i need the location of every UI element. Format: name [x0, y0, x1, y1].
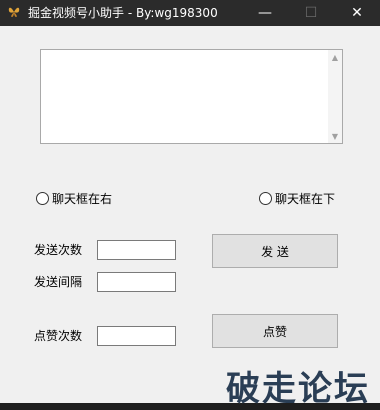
butterfly-app-icon	[8, 7, 20, 17]
send-count-input[interactable]	[97, 240, 176, 260]
like-count-input[interactable]	[97, 326, 176, 346]
like-count-label: 点赞次数	[34, 329, 83, 343]
send-interval-label: 发送间隔	[34, 275, 83, 289]
like-button[interactable]: 点赞	[212, 314, 338, 348]
radio-chat-bottom-label: 聊天框在下	[275, 191, 336, 206]
radio-chat-right[interactable]: 聊天框在右	[36, 190, 112, 206]
radio-chat-right-label: 聊天框在右	[52, 191, 113, 206]
title-bar[interactable]: 掘金视频号小助手 - By:wg198300 — ☐ ✕	[0, 0, 380, 26]
log-textarea[interactable]: ▲ ▼	[40, 49, 343, 144]
maximize-button[interactable]: ☐	[288, 0, 334, 26]
close-button[interactable]: ✕	[334, 0, 380, 26]
window-title: 掘金视频号小助手 - By:wg198300	[28, 6, 218, 20]
send-interval-input[interactable]	[97, 272, 176, 292]
minimize-button[interactable]: —	[242, 0, 288, 26]
scroll-up-arrow-icon[interactable]: ▲	[328, 50, 342, 64]
radio-chat-bottom[interactable]: 聊天框在下	[259, 190, 335, 206]
vertical-scrollbar[interactable]: ▲ ▼	[328, 50, 342, 143]
scroll-down-arrow-icon[interactable]: ▼	[328, 129, 342, 143]
app-window: 掘金视频号小助手 - By:wg198300 — ☐ ✕ ▲ ▼ 聊天框在右 聊…	[0, 0, 380, 409]
radio-circle-icon[interactable]	[259, 191, 272, 205]
send-count-label: 发送次数	[34, 243, 83, 257]
send-button[interactable]: 发 送	[212, 234, 338, 268]
radio-circle-icon[interactable]	[36, 191, 49, 205]
